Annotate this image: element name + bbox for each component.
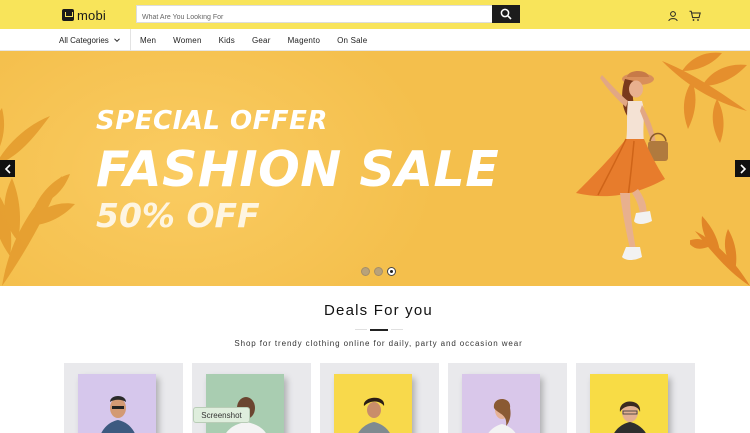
hero-discount: 50% OFF	[96, 196, 260, 235]
deal-card-1[interactable]	[64, 363, 183, 433]
deals-subtitle: Shop for trendy clothing online for dail…	[234, 339, 523, 348]
top-header: mobi	[0, 0, 750, 29]
title-divider	[355, 329, 403, 331]
slider-dot-3[interactable]	[387, 267, 396, 276]
product-image	[334, 374, 412, 433]
logo-text: mobi	[77, 7, 106, 23]
deal-card-5[interactable]	[576, 363, 695, 433]
nav-link-men[interactable]: Men	[140, 36, 156, 45]
nav-links: Men Women Kids Gear Magento On Sale	[140, 29, 384, 51]
search-bar	[136, 5, 520, 26]
deal-card-3[interactable]	[320, 363, 439, 433]
prev-slide-button[interactable]	[0, 160, 15, 177]
nav-link-women[interactable]: Women	[173, 36, 201, 45]
all-categories-label: All Categories	[59, 35, 109, 45]
product-image	[462, 374, 540, 433]
leaf-decoration-right-bottom	[690, 216, 750, 286]
leaf-decoration-left	[0, 108, 75, 286]
all-categories-dropdown[interactable]: All Categories	[59, 29, 131, 51]
search-input[interactable]	[137, 9, 489, 26]
cart-icon[interactable]	[689, 9, 701, 21]
search-icon	[500, 8, 512, 20]
deals-title: Deals For you	[324, 302, 433, 319]
logo[interactable]: mobi	[62, 7, 106, 23]
product-image	[590, 374, 668, 433]
nav-link-magento[interactable]: Magento	[288, 36, 321, 45]
product-image	[206, 374, 284, 433]
hero-subtitle: SPECIAL OFFER	[96, 106, 328, 136]
user-account-icon[interactable]	[667, 9, 679, 22]
cart-logo-icon	[62, 9, 74, 21]
chevron-down-icon	[113, 38, 120, 43]
screenshot-tooltip: Screenshot	[193, 407, 250, 423]
slider-dot-1[interactable]	[361, 267, 370, 276]
slider-dot-2[interactable]	[374, 267, 383, 276]
hero-banner: SPECIAL OFFER FASHION SALE 50% OFF	[0, 51, 750, 286]
model-photo	[576, 71, 668, 260]
hero-title: FASHION SALE	[96, 141, 500, 198]
main-nav: All Categories Men Women Kids Gear Magen…	[0, 29, 750, 51]
search-button[interactable]	[492, 5, 520, 23]
next-slide-button[interactable]	[735, 160, 750, 177]
nav-link-on-sale[interactable]: On Sale	[337, 36, 367, 45]
nav-link-kids[interactable]: Kids	[219, 36, 235, 45]
chevron-right-icon	[739, 163, 746, 174]
chevron-left-icon	[4, 163, 11, 174]
slider-dots	[361, 267, 400, 276]
nav-link-gear[interactable]: Gear	[252, 36, 271, 45]
product-image	[78, 374, 156, 433]
deal-card-4[interactable]	[448, 363, 567, 433]
